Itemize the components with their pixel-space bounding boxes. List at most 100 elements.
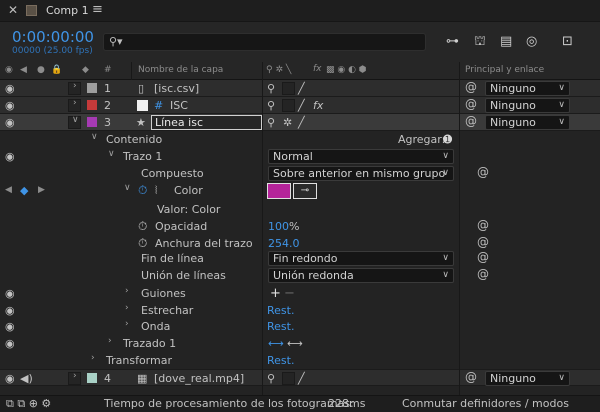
quality-switch-icon[interactable]: ╱	[298, 81, 305, 96]
label-color[interactable]	[87, 83, 97, 93]
prop-onda[interactable]: ◉ › Onda Rest.	[0, 318, 600, 335]
pickwhip-icon[interactable]: @	[465, 370, 477, 384]
layer-name[interactable]: [isc.csv]	[154, 81, 199, 96]
prop-trazado[interactable]: ◉ › Trazado 1 ⟷ ⟷	[0, 335, 600, 352]
comp-flowchart-icon[interactable]: ⊶	[446, 34, 459, 49]
eye-icon[interactable]: ◉	[5, 99, 17, 112]
expand-icon[interactable]: ›	[125, 286, 129, 296]
prop-transformar[interactable]: › Transformar Rest.	[0, 352, 600, 369]
prop-compuesto[interactable]: Compuesto Sobre anterior en mismo grupo ∨…	[0, 165, 600, 182]
pickwhip-icon[interactable]: @	[465, 80, 477, 94]
expression-pickwhip-icon[interactable]: @	[477, 250, 489, 264]
eye-icon[interactable]: ◉	[5, 150, 17, 163]
eye-icon[interactable]: ◉	[5, 372, 17, 385]
blend-mode-dropdown[interactable]: Normal ∨	[268, 149, 454, 164]
parent-dropdown[interactable]: Ninguno ∨	[485, 371, 570, 386]
expand-icon[interactable]: ›	[125, 303, 129, 313]
parent-dropdown[interactable]: Ninguno ∨	[485, 98, 570, 113]
expand-icon[interactable]: ›	[73, 98, 77, 108]
pickwhip-icon[interactable]: @	[465, 97, 477, 111]
path-direction-icon[interactable]: ⟷	[268, 336, 284, 351]
line-join-dropdown[interactable]: Unión redonda ∨	[268, 268, 454, 283]
anchura-value[interactable]: 254.0	[268, 236, 300, 251]
prev-keyframe-icon[interactable]: ◀	[5, 183, 12, 198]
search-input[interactable]: ⚲▾	[103, 33, 426, 51]
eye-icon[interactable]: ◉	[5, 116, 17, 129]
layer-row-4[interactable]: ◉ ◀) › 4 ▦ [dove_real.mp4] ⚲ ╱ @ Ninguno…	[0, 369, 600, 386]
audio-icon[interactable]: ◀)	[20, 371, 33, 386]
col-parent[interactable]: Principal y enlace	[465, 65, 544, 75]
expression-pickwhip-icon[interactable]: @	[477, 218, 489, 232]
expression-pickwhip-icon[interactable]: @	[477, 267, 489, 281]
prop-union[interactable]: Unión de líneas Unión redonda ∨ @	[0, 267, 600, 284]
shy-switch-icon[interactable]: ⚲	[267, 98, 275, 113]
comp-tab-title[interactable]: Comp 1	[46, 4, 89, 17]
layer-name-field[interactable]: Línea isc	[151, 115, 262, 130]
shy-switch-icon[interactable]: ⚲	[267, 81, 275, 96]
transformar-reset[interactable]: Rest.	[267, 353, 294, 368]
pickwhip-icon[interactable]: @	[465, 114, 477, 128]
line-cap-dropdown[interactable]: Fin redondo ∨	[268, 251, 454, 266]
expand-icon[interactable]: ›	[73, 81, 77, 91]
add-dash-icon[interactable]: +	[270, 286, 281, 301]
estrechar-reset[interactable]: Rest.	[267, 303, 294, 318]
eye-icon[interactable]: ◉	[5, 82, 17, 95]
quality-switch-icon[interactable]: ╱	[298, 371, 305, 386]
expression-pickwhip-icon[interactable]: @	[477, 165, 489, 179]
frame-blend-icon[interactable]: ▤	[500, 34, 512, 49]
eye-icon[interactable]: ◉	[5, 337, 17, 350]
composite-dropdown[interactable]: Sobre anterior en mismo grupo ∨	[268, 166, 454, 181]
expand-icon[interactable]: ›	[108, 336, 112, 346]
prop-contenido[interactable]: ∨ Contenido Agregar: ➊	[0, 131, 600, 148]
motion-blur-icon[interactable]: ◎	[526, 34, 537, 49]
col-layer-name[interactable]: Nombre de la capa	[138, 65, 223, 75]
next-keyframe-icon[interactable]: ▶	[38, 183, 45, 198]
color-swatch[interactable]	[267, 183, 291, 199]
shy-switch-icon[interactable]: ⚲	[267, 115, 275, 130]
remove-dash-icon[interactable]: −	[284, 286, 295, 301]
stopwatch-icon[interactable]: ⏱	[138, 219, 147, 234]
prop-trazo[interactable]: ◉ ∨ Trazo 1 Normal ∨	[0, 148, 600, 165]
graph-icon[interactable]: ⦚	[155, 183, 157, 198]
expression-pickwhip-icon[interactable]: @	[477, 235, 489, 249]
collapse-switch-icon[interactable]: ✲	[283, 115, 292, 130]
layer-row-1[interactable]: ◉ › 1 ▯ [isc.csv] ⚲ ╱ @ Ninguno ∨	[0, 80, 600, 97]
eyedropper-icon[interactable]: ⊸	[293, 183, 317, 199]
parent-dropdown[interactable]: Ninguno ∨	[485, 81, 570, 96]
prop-fin[interactable]: Fin de línea Fin redondo ∨ @	[0, 250, 600, 267]
eye-icon[interactable]: ◉	[5, 320, 17, 333]
collapse-icon[interactable]: ∨	[91, 132, 98, 142]
label-color[interactable]	[87, 100, 97, 110]
graph-editor-icon[interactable]: ⊡	[562, 34, 573, 49]
parent-dropdown[interactable]: Ninguno ∨	[485, 115, 570, 130]
comp-mini-icons[interactable]: ⧉ ⧉ ⊕ ⚙	[6, 397, 51, 411]
collapse-icon[interactable]: ∨	[124, 183, 131, 193]
prop-guiones[interactable]: ◉ › Guiones + −	[0, 285, 600, 302]
path-reverse-icon[interactable]: ⟷	[287, 336, 303, 351]
prop-opacidad[interactable]: ⏱ Opacidad 100 % @	[0, 218, 600, 235]
stopwatch-icon[interactable]: ⏱	[138, 183, 147, 198]
expand-icon[interactable]: ›	[125, 319, 129, 329]
expand-icon[interactable]: ›	[91, 353, 95, 363]
stopwatch-icon[interactable]: ⏱	[138, 236, 147, 251]
layer-row-2[interactable]: ◉ › 2 # ISC ⚲ ╱ fx @ Ninguno ∨	[0, 97, 600, 114]
effect-switch-icon[interactable]: fx	[313, 98, 323, 113]
current-time[interactable]: 0:00:00:00	[12, 28, 94, 46]
quality-switch-icon[interactable]: ╱	[298, 98, 305, 113]
collapse-icon[interactable]: ∨	[108, 149, 115, 159]
label-color[interactable]	[87, 373, 97, 383]
switch-cell[interactable]	[282, 372, 295, 385]
switch-cell[interactable]	[282, 82, 295, 95]
label-color[interactable]	[87, 117, 97, 127]
switch-cell[interactable]	[282, 99, 295, 112]
prop-color[interactable]: ◀ ◆ ▶ ∨ ⏱ ⦚ Color ⊸	[0, 182, 600, 201]
layer-name[interactable]: ISC	[170, 98, 188, 113]
hamburger-menu-icon[interactable]: ≡	[92, 2, 103, 17]
layer-name[interactable]: Línea isc	[155, 116, 203, 129]
expand-icon[interactable]: ›	[73, 371, 77, 381]
keyframe-diamond-icon[interactable]: ◆	[20, 183, 28, 198]
onda-reset[interactable]: Rest.	[267, 319, 294, 334]
add-play-icon[interactable]: ➊	[443, 132, 452, 147]
quality-switch-icon[interactable]: ╱	[298, 115, 305, 130]
layer-row-3[interactable]: ◉ ∨ 3 ★ Línea isc ⚲ ✲ ╱ @ Ninguno ∨	[0, 114, 600, 131]
